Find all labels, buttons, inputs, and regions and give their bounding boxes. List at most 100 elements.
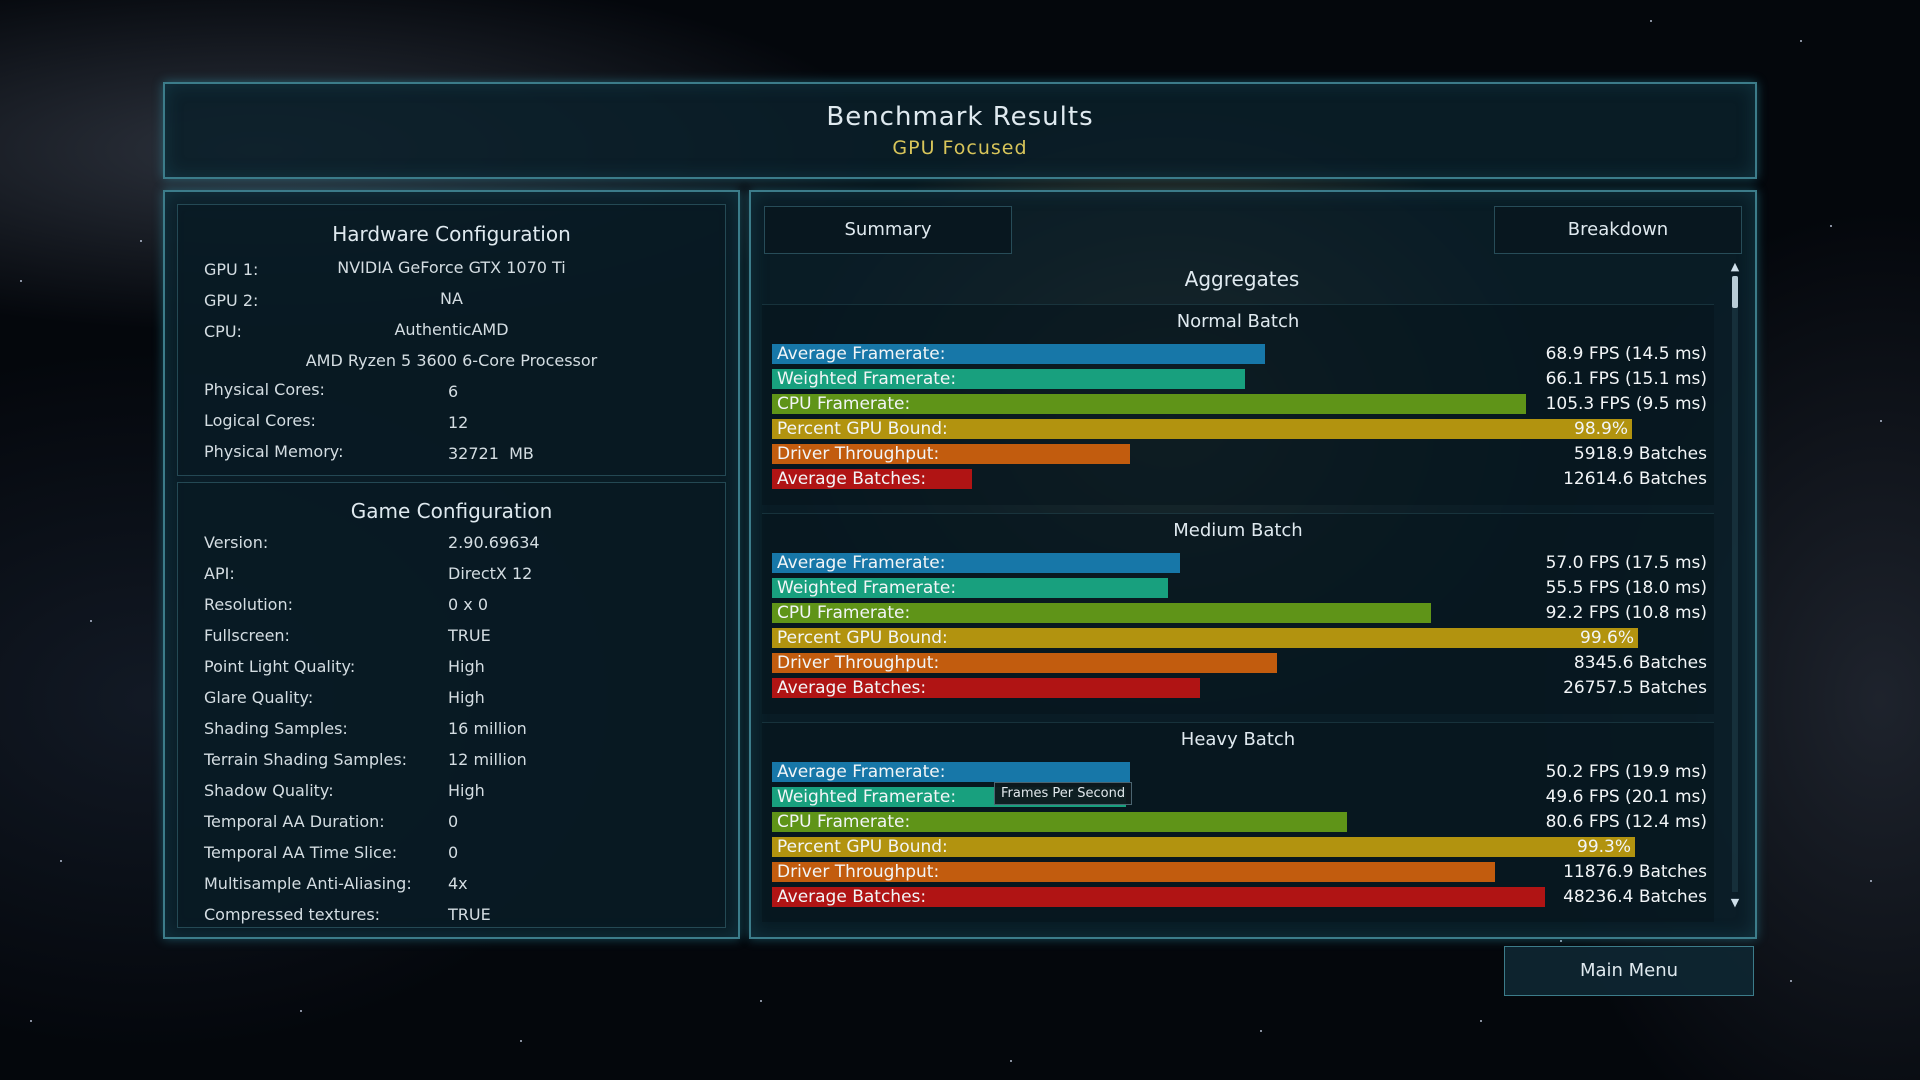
memory-value: 32721 MB — [448, 444, 534, 463]
setting-label: Temporal AA Duration: — [204, 812, 385, 831]
metric-label: CPU Framerate: — [777, 394, 911, 414]
batch-title: Normal Batch — [1176, 311, 1300, 332]
setting-value: 2.90.69634 — [448, 533, 540, 552]
batch-section: Medium Batch Average Framerate: 57.0 FPS (… — [762, 513, 1714, 714]
page-subtitle: GPU Focused — [892, 137, 1028, 159]
metric-label: Average Framerate: — [777, 344, 946, 364]
batch-title: Heavy Batch — [1180, 729, 1296, 750]
setting-value: TRUE — [448, 905, 491, 924]
scrollbar-track[interactable] — [1732, 276, 1738, 892]
metric-value: 12614.6 Batches — [1563, 469, 1707, 489]
metric-row: CPU Framerate: 92.2 FPS (10.8 ms) — [772, 602, 1707, 624]
metric-value: 50.2 FPS (19.9 ms) — [1545, 762, 1707, 782]
hardware-configuration: Hardware Configuration GPU 1: NVIDIA GeF… — [177, 204, 726, 476]
metric-value: 26757.5 Batches — [1563, 678, 1707, 698]
batch-section: Heavy Batch Average Framerate: 50.2 FPS (1… — [762, 722, 1714, 922]
cpu-value: AuthenticAMD — [394, 320, 509, 339]
batch-title: Medium Batch — [1173, 520, 1303, 541]
setting-value: 4x — [448, 874, 468, 893]
logical-cores-label: Logical Cores: — [204, 411, 316, 430]
setting-value: 12 million — [448, 750, 527, 769]
metric-value: 11876.9 Batches — [1563, 862, 1707, 882]
metric-value: 57.0 FPS (17.5 ms) — [1545, 553, 1707, 573]
metric-row: Driver Throughput: 11876.9 Batches — [772, 861, 1707, 883]
metric-label: Driver Throughput: — [777, 444, 940, 464]
metric-row: Driver Throughput: 8345.6 Batches — [772, 652, 1707, 674]
setting-label: Point Light Quality: — [204, 657, 356, 676]
setting-value: DirectX 12 — [448, 564, 533, 583]
metric-label: CPU Framerate: — [777, 812, 911, 832]
setting-label: Multisample Anti-Aliasing: — [204, 874, 412, 893]
metric-row: Percent GPU Bound: 98.9% — [772, 418, 1707, 440]
metric-label: Percent GPU Bound: — [777, 628, 948, 648]
gpu2-value: NA — [440, 289, 463, 308]
metric-row: Average Batches: 12614.6 Batches — [772, 468, 1707, 490]
metric-label: Percent GPU Bound: — [777, 837, 948, 857]
metric-row: Average Framerate: 68.9 FPS (14.5 ms) — [772, 343, 1707, 365]
setting-value: 0 x 0 — [448, 595, 488, 614]
metric-row: Average Framerate: 50.2 FPS (19.9 ms) — [772, 761, 1707, 783]
metric-value: 8345.6 Batches — [1573, 653, 1707, 673]
setting-label: Glare Quality: — [204, 688, 314, 707]
scroll-down-icon[interactable]: ▼ — [1727, 896, 1743, 910]
game-configuration: Game Configuration Version: 2.90.69634 API… — [177, 482, 726, 928]
metric-row: Average Batches: 26757.5 Batches — [772, 677, 1707, 699]
memory-label: Physical Memory: — [204, 442, 344, 461]
setting-label: Version: — [204, 533, 269, 552]
tab-breakdown[interactable]: Breakdown — [1494, 206, 1742, 254]
metric-label: Average Framerate: — [777, 762, 946, 782]
game-config-title: Game Configuration — [350, 499, 553, 523]
metric-value: 55.5 FPS (18.0 ms) — [1545, 578, 1707, 598]
metric-label: Average Framerate: — [777, 553, 946, 573]
scrollbar-thumb[interactable] — [1732, 276, 1738, 308]
metric-label: Average Batches: — [777, 887, 927, 907]
gpu1-value: NVIDIA GeForce GTX 1070 Ti — [337, 258, 566, 277]
metric-row: Average Batches: 48236.4 Batches — [772, 886, 1707, 908]
metric-value: 105.3 FPS (9.5 ms) — [1545, 394, 1707, 414]
metric-row: CPU Framerate: 105.3 FPS (9.5 ms) — [772, 393, 1707, 415]
hardware-title: Hardware Configuration — [332, 222, 571, 246]
metric-value: 92.2 FPS (10.8 ms) — [1545, 603, 1707, 623]
metric-label: CPU Framerate: — [777, 603, 911, 623]
metric-row: Weighted Framerate: 49.6 FPS (20.1 ms) — [772, 786, 1707, 808]
tab-summary[interactable]: Summary — [764, 206, 1012, 254]
setting-label: Temporal AA Time Slice: — [204, 843, 398, 862]
metric-row: Weighted Framerate: 55.5 FPS (18.0 ms) — [772, 577, 1707, 599]
setting-value: 0 — [448, 843, 459, 862]
scroll-up-icon[interactable]: ▲ — [1727, 260, 1743, 274]
setting-label: Terrain Shading Samples: — [204, 750, 408, 769]
setting-value: TRUE — [448, 626, 491, 645]
configuration-panel: Hardware Configuration GPU 1: NVIDIA GeF… — [163, 190, 740, 939]
results-scroll-area[interactable]: Normal Batch Average Framerate: 68.9 FPS (… — [762, 304, 1725, 922]
metric-row: Percent GPU Bound: 99.3% — [772, 836, 1707, 858]
metric-label: Percent GPU Bound: — [777, 419, 948, 439]
cpu-model: AMD Ryzen 5 3600 6-Core Processor — [305, 351, 598, 370]
setting-value: High — [448, 781, 485, 800]
metric-value: 49.6 FPS (20.1 ms) — [1545, 787, 1707, 807]
metric-row: Weighted Framerate: 66.1 FPS (15.1 ms) — [772, 368, 1707, 390]
main-menu-button[interactable]: Main Menu — [1504, 946, 1754, 996]
metric-label: Average Batches: — [777, 469, 927, 489]
metric-value: 66.1 FPS (15.1 ms) — [1545, 369, 1707, 389]
setting-label: Resolution: — [204, 595, 293, 614]
setting-value: High — [448, 688, 485, 707]
metric-label: Weighted Framerate: — [777, 787, 957, 807]
setting-label: Shading Samples: — [204, 719, 348, 738]
header-panel: Benchmark Results GPU Focused — [163, 82, 1757, 179]
metric-label: Driver Throughput: — [777, 862, 940, 882]
metric-label: Weighted Framerate: — [777, 369, 957, 389]
setting-label: API: — [204, 564, 235, 583]
metric-label: Driver Throughput: — [777, 653, 940, 673]
metric-row: Percent GPU Bound: 99.6% — [772, 627, 1707, 649]
metric-value: 80.6 FPS (12.4 ms) — [1545, 812, 1707, 832]
tooltip: Frames Per Second — [994, 782, 1133, 805]
metric-row: Driver Throughput: 5918.9 Batches — [772, 443, 1707, 465]
aggregates-title: Aggregates — [1184, 267, 1300, 291]
setting-label: Shadow Quality: — [204, 781, 334, 800]
results-scrollbar[interactable]: ▲ ▼ — [1727, 260, 1743, 910]
metric-value: 5918.9 Batches — [1573, 444, 1707, 464]
setting-value: 0 — [448, 812, 459, 831]
metric-value: 98.9% — [1574, 419, 1629, 439]
batch-section: Normal Batch Average Framerate: 68.9 FPS (… — [762, 304, 1714, 505]
setting-value: 16 million — [448, 719, 527, 738]
